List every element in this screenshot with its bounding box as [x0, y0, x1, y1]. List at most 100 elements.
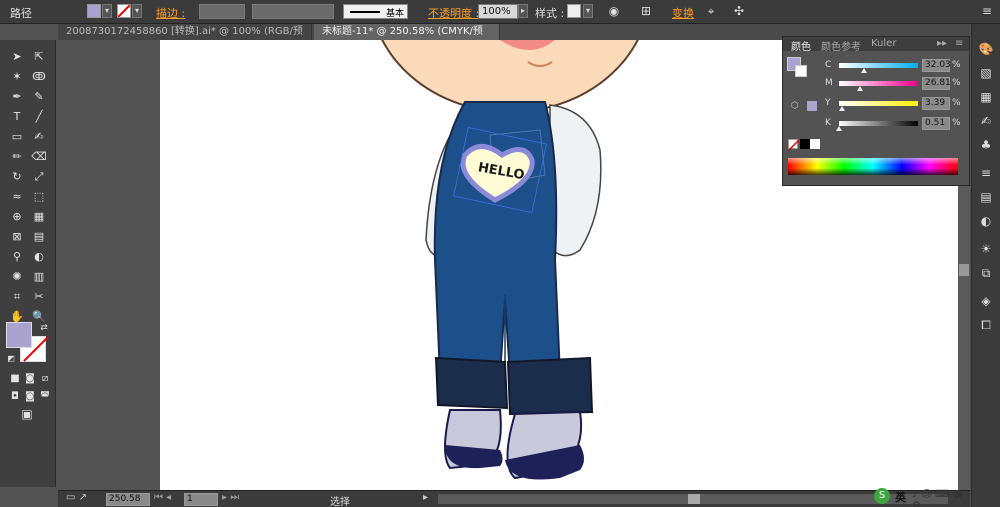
ime-language[interactable]: 英	[895, 489, 906, 505]
channel-k-knob[interactable]	[836, 126, 843, 131]
brush-definition[interactable]: 基本	[343, 4, 408, 19]
opacity-arrow[interactable]: ▸	[518, 4, 528, 18]
shape-builder-icon[interactable]: ⊕	[8, 208, 26, 225]
tab-document-2[interactable]: 未标题-11* @ 250.58% (CMYK/预览)✕	[314, 24, 500, 53]
fill-color-swatch[interactable]	[6, 322, 32, 348]
gradient-panel-icon[interactable]: ▤	[977, 188, 995, 206]
color-spectrum[interactable]	[788, 158, 958, 175]
transform-label[interactable]: 变换	[672, 5, 694, 21]
page-field[interactable]: 1	[184, 493, 218, 506]
symbol-sprayer-icon[interactable]: ✺	[8, 268, 26, 285]
channel-y-knob[interactable]	[838, 106, 845, 111]
swatches-icon[interactable]: ▦	[977, 88, 995, 106]
channel-c-knob[interactable]	[861, 68, 868, 73]
vertical-scrollbar[interactable]	[958, 186, 970, 490]
screen-mode-icon[interactable]: ▣	[18, 406, 36, 423]
magic-wand-icon[interactable]: ✶	[8, 68, 26, 85]
graphic-style-swatch[interactable]	[567, 4, 581, 18]
none-swatch[interactable]	[788, 139, 800, 151]
appearance-panel-icon[interactable]: ☀	[977, 240, 995, 258]
channel-y-value[interactable]: 3.39	[922, 97, 950, 110]
blend-tool-icon[interactable]: ◐	[30, 248, 48, 265]
channel-c-slider[interactable]	[839, 63, 918, 68]
vertical-scroll-thumb[interactable]	[959, 264, 969, 276]
white-swatch[interactable]	[810, 139, 820, 149]
control-bar: 路径 ▾ ▾ 描边 : 基本 不透明度 : 100% ▸ 样式 : ▾ ◉ ⊞ …	[0, 0, 1000, 24]
opacity-label[interactable]: 不透明度 :	[428, 5, 479, 21]
recolor-icon[interactable]: ◉	[605, 3, 623, 20]
tab-color[interactable]: 颜色	[791, 38, 811, 53]
page-nav-last-icon[interactable]: ▸ ⏭	[222, 492, 239, 503]
scale-tool-icon[interactable]: ⤢	[30, 168, 48, 185]
menu-icon[interactable]: ≡	[978, 3, 996, 20]
rotate-tool-icon[interactable]: ↻	[8, 168, 26, 185]
fill-dropdown[interactable]: ▾	[102, 4, 112, 18]
stroke-weight-field[interactable]	[199, 4, 245, 19]
channel-m-knob[interactable]	[857, 86, 864, 91]
curvature-tool-icon[interactable]: ✎	[30, 88, 48, 105]
channel-m-value[interactable]: 26.81	[922, 77, 951, 90]
align-icon[interactable]: ⊞	[637, 3, 655, 20]
stroke-panel-icon[interactable]: ≡	[977, 164, 995, 182]
brush-tool-icon[interactable]: ✍	[30, 128, 48, 145]
variable-width-field[interactable]	[252, 4, 334, 19]
artboards-panel-icon[interactable]: ⧠	[977, 316, 995, 334]
panel-menu-icon[interactable]: ≡	[955, 38, 963, 49]
warp-tool-icon[interactable]: ≈	[8, 188, 26, 205]
eraser-tool-icon[interactable]: ⌫	[30, 148, 48, 165]
color-panel-icon[interactable]: 🎨	[977, 40, 995, 58]
opacity-field[interactable]: 100%	[478, 4, 518, 19]
channel-k-slider[interactable]	[839, 121, 918, 126]
page-nav-first-icon[interactable]: ⏮ ◂	[154, 492, 171, 503]
none-mode-icon[interactable]: ⧄	[36, 370, 54, 387]
ime-logo-icon[interactable]: S	[874, 488, 890, 504]
layers-panel-icon[interactable]: ◈	[977, 292, 995, 310]
horizontal-scroll-thumb[interactable]	[688, 494, 700, 504]
status-arrow-icon[interactable]: ▸	[423, 492, 428, 503]
perspective-grid-icon[interactable]: ▦	[30, 208, 48, 225]
artboard-tool-icon[interactable]: ⌗	[8, 288, 26, 305]
fill-swatch[interactable]	[87, 4, 101, 18]
arrange-icon[interactable]: ✣	[730, 3, 748, 20]
graph-tool-icon[interactable]: ▥	[30, 268, 48, 285]
channel-m-slider[interactable]	[839, 81, 918, 86]
eyedropper-icon[interactable]: ⚲	[8, 248, 26, 265]
rectangle-tool-icon[interactable]: ▭	[8, 128, 26, 145]
tab-color-guide[interactable]: 颜色参考	[821, 38, 861, 53]
gradient-tool-icon[interactable]: ▤	[30, 228, 48, 245]
selection-tool-icon[interactable]: ➤	[8, 48, 26, 65]
tab-kuler[interactable]: Kuler	[871, 38, 896, 49]
isolate-icon[interactable]: ⌖	[702, 3, 720, 20]
mesh-tool-icon[interactable]: ⊠	[8, 228, 26, 245]
pencil-tool-icon[interactable]: ✏	[8, 148, 26, 165]
color-guide-icon[interactable]: ▧	[977, 64, 995, 82]
graphic-styles-icon[interactable]: ⧉	[977, 264, 995, 282]
ime-tools-icon[interactable]: ♪ ☺ ⌨ ▦ ⚙	[912, 489, 970, 507]
lasso-icon[interactable]: ↂ	[30, 68, 48, 85]
black-swatch[interactable]	[800, 139, 810, 149]
brushes-icon[interactable]: ✍	[977, 112, 995, 130]
swap-colors-icon[interactable]: ⇄	[35, 320, 53, 337]
stroke-dropdown[interactable]: ▾	[132, 4, 142, 18]
channel-c-value[interactable]: 32.03	[922, 59, 951, 72]
stroke-label[interactable]: 描边 :	[156, 5, 185, 21]
direct-selection-tool-icon[interactable]: ⇱	[30, 48, 48, 65]
slice-tool-icon[interactable]: ✂	[30, 288, 48, 305]
draw-inside-icon[interactable]: ◚	[36, 388, 54, 405]
pen-tool-icon[interactable]: ✒	[8, 88, 26, 105]
default-colors-icon[interactable]: ◩	[2, 350, 20, 367]
zoom-field[interactable]: 250.58	[106, 493, 150, 506]
channel-k-row: K 0.51 %	[783, 117, 971, 131]
tab-document-1[interactable]: 20087301724588​60 [转换].ai* @ 100% (RGB/预…	[58, 24, 312, 53]
stroke-swatch[interactable]	[117, 4, 131, 18]
channel-y-slider[interactable]	[839, 101, 918, 106]
type-tool-icon[interactable]: T	[8, 108, 26, 125]
line-tool-icon[interactable]: ╱	[30, 108, 48, 125]
channel-k-value[interactable]: 0.51	[922, 117, 950, 130]
percent-sign: %	[952, 118, 961, 128]
symbols-icon[interactable]: ♣	[977, 136, 995, 154]
style-dropdown[interactable]: ▾	[583, 4, 593, 18]
free-transform-icon[interactable]: ⬚	[30, 188, 48, 205]
panel-collapse-icon[interactable]: ▸▸	[937, 38, 947, 49]
transparency-panel-icon[interactable]: ◐	[977, 212, 995, 230]
